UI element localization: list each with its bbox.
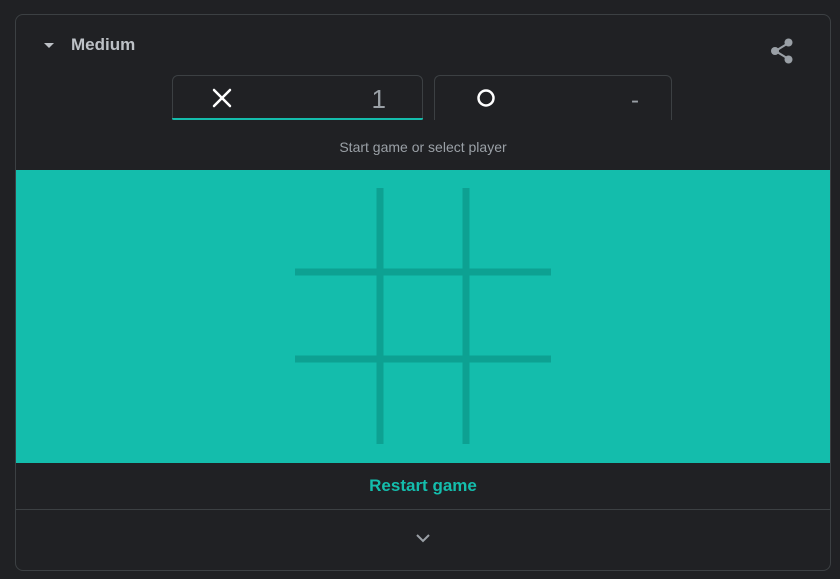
game-status-text: Start game or select player [339,139,507,155]
board-cell[interactable] [383,363,468,448]
player-x-score: 1 [371,84,386,114]
restart-game-button[interactable]: Restart game [16,463,830,509]
difficulty-selector[interactable]: Medium [44,35,135,55]
game-board [295,188,551,444]
x-mark-icon [211,87,233,109]
player-selector: 1 - [172,75,672,120]
player-x-button[interactable]: 1 [172,75,423,120]
board-cell[interactable] [295,363,380,448]
share-icon[interactable] [768,37,796,65]
o-mark-icon [475,87,497,109]
chevron-down-icon [414,531,432,549]
card-header: Medium [16,15,830,77]
player-o-button[interactable]: - [434,75,672,120]
game-board-area [16,170,830,463]
caret-down-icon [44,42,54,48]
player-o-score: - [631,87,639,114]
difficulty-label: Medium [71,35,136,54]
board-cell[interactable] [383,276,468,361]
board-cell[interactable] [470,188,555,273]
board-cell[interactable] [295,188,380,273]
board-cell[interactable] [383,188,468,273]
board-cell[interactable] [470,363,555,448]
expand-button[interactable] [16,510,830,570]
board-cell[interactable] [470,276,555,361]
board-cell[interactable] [295,276,380,361]
tic-tac-toe-card: Medium 1 - Start game or select player R… [15,14,831,571]
